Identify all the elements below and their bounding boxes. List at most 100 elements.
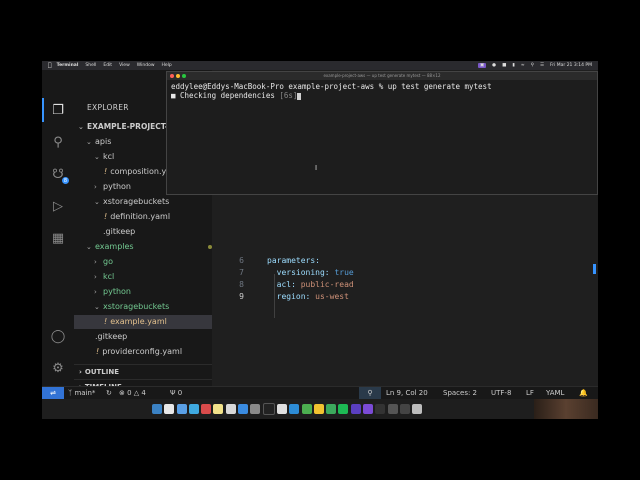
app-store-icon[interactable] (238, 404, 249, 414)
zoom-icon-statusbar[interactable]: ⚲ (359, 387, 381, 399)
settings-gear-icon[interactable]: ⚙ (50, 360, 66, 376)
status-text: Checking dependencies (180, 91, 275, 100)
slack-icon[interactable] (350, 404, 361, 414)
tree-file-providerconfig[interactable]: ! providerconfig.yaml (74, 345, 234, 359)
menubar-status-area: ▣ ● ■ ▮ ≈ ⚲ ☰ Fri Mar 21 3:14 PM (472, 63, 598, 68)
tree-folder-xstoragebuckets-examples[interactable]: ⌄ xstoragebuckets (74, 300, 232, 314)
calendar-icon[interactable] (201, 404, 212, 414)
messages-icon[interactable] (188, 404, 199, 414)
line-number: 8 (239, 280, 244, 289)
account-icon[interactable]: ◯ (50, 328, 66, 344)
tree-label: definition.yaml (110, 212, 171, 221)
problems-indicator[interactable]: ⊗ 0 △ 4 (119, 387, 146, 399)
line-number-current: 9 (239, 292, 244, 301)
terminal-status-line: ■ Checking dependencies [6s] (171, 91, 302, 100)
cursor-position[interactable]: Ln 9, Col 20 (386, 387, 428, 399)
wifi-icon[interactable]: ≈ (521, 63, 525, 68)
menubar-extra-icon[interactable]: ● (492, 63, 496, 68)
reminders-icon[interactable] (225, 404, 236, 414)
launchpad-icon[interactable] (164, 404, 175, 414)
terminal-titlebar[interactable]: example-project-aws — up test generate m… (167, 72, 597, 80)
system-settings-icon[interactable] (250, 404, 261, 414)
tree-folder-examples[interactable]: ⌄ examples (74, 240, 224, 254)
source-control-badge: 8 (62, 177, 69, 184)
line-number: 6 (239, 256, 244, 265)
files-icon[interactable]: ❐ (50, 102, 66, 118)
app-icon-purple[interactable] (363, 404, 374, 414)
notion-icon[interactable] (276, 404, 287, 414)
ports-indicator[interactable]: Ψ 0 (170, 387, 182, 399)
spotify-icon[interactable] (338, 404, 349, 414)
yaml-file-icon: ! (104, 317, 108, 326)
remote-indicator-icon[interactable]: ⇌ (42, 387, 64, 399)
control-center-icon[interactable]: ☰ (540, 63, 544, 68)
sync-icon[interactable]: ↻ (106, 387, 112, 399)
app-icon-green[interactable] (326, 404, 337, 414)
code-line-7[interactable]: versioning: true (267, 268, 354, 277)
screenshot-app-icon[interactable] (399, 404, 410, 414)
broadcast-icon: Ψ (170, 389, 178, 397)
menubar-extra-icon-2[interactable]: ■ (502, 63, 506, 68)
yaml-file-icon: ! (96, 347, 100, 356)
tree-folder-xstoragebuckets[interactable]: ⌄ xstoragebuckets (74, 195, 232, 209)
tree-label: go (103, 257, 113, 266)
tree-folder-go[interactable]: › go (74, 255, 232, 269)
ibeam-cursor-icon: I (315, 164, 318, 172)
tree-file-gitkeep-root[interactable]: .gitkeep (74, 330, 233, 344)
menu-window[interactable]: Window (137, 63, 155, 68)
encoding[interactable]: UTF-8 (491, 387, 511, 399)
status-bar: ⇌ ᛉ main* ↻ ⊗ 0 △ 4 Ψ 0 ⚲ Ln 9, Col 20 S… (42, 386, 598, 399)
menu-edit[interactable]: Edit (103, 63, 112, 68)
code-value: public-read (300, 280, 354, 289)
indent-guide (274, 274, 275, 318)
code-key: acl: (267, 280, 301, 289)
outline-label: OUTLINE (84, 368, 120, 376)
webcam-overlay (534, 399, 598, 419)
menu-view[interactable]: View (119, 63, 130, 68)
menu-app-terminal[interactable]: Terminal (57, 63, 79, 68)
code-line-9[interactable]: region: us-west (267, 292, 349, 301)
search-icon[interactable]: ⚲ (50, 134, 66, 150)
tree-label: xstoragebuckets (103, 197, 170, 206)
terminal-window[interactable]: example-project-aws — up test generate m… (166, 71, 598, 195)
chevron-down-icon: ⌄ (78, 123, 84, 131)
dock (152, 400, 492, 418)
error-icon: ⊗ (119, 389, 128, 397)
source-control-icon[interactable]: ☋ 8 (50, 166, 69, 184)
chevron-right-icon: › (94, 183, 97, 191)
terminal-title: example-project-aws — up test generate m… (323, 73, 441, 78)
finder-icon[interactable] (152, 404, 162, 414)
menubar-clock[interactable]: Fri Mar 21 3:14 PM (550, 63, 592, 68)
trash-icon[interactable] (412, 404, 423, 414)
eol[interactable]: LF (526, 387, 534, 399)
app-icon-gray[interactable] (387, 404, 398, 414)
battery-icon[interactable]: ▮ (512, 63, 514, 68)
vscode-icon[interactable] (289, 404, 300, 414)
terminal-app-icon[interactable] (262, 403, 275, 415)
tree-folder-python-examples[interactable]: › python (74, 285, 232, 299)
app-icon-dark[interactable] (375, 404, 386, 414)
app-icon-yellow[interactable] (313, 404, 324, 414)
scrollbar-marker[interactable] (593, 264, 596, 274)
chrome-icon[interactable] (301, 404, 312, 414)
branch-indicator[interactable]: ᛉ main* (68, 387, 95, 399)
tree-label: .gitkeep (103, 227, 136, 236)
code-line-8[interactable]: acl: public-read (267, 280, 354, 289)
safari-icon[interactable] (176, 404, 187, 414)
screen-record-icon[interactable]: ▣ (477, 63, 487, 68)
menu-help[interactable]: Help (162, 63, 172, 68)
tree-folder-kcl-examples[interactable]: › kcl (74, 270, 232, 284)
section-outline[interactable]: › OUTLINE (74, 364, 212, 379)
notes-icon[interactable] (213, 404, 224, 414)
notifications-bell-icon[interactable]: 🔔 (579, 387, 588, 399)
indentation[interactable]: Spaces: 2 (443, 387, 477, 399)
apple-icon[interactable]:  (48, 62, 52, 69)
run-debug-icon[interactable]: ▷ (50, 198, 66, 214)
extensions-icon[interactable]: ▦ (50, 230, 66, 246)
menu-shell[interactable]: Shell (85, 63, 96, 68)
yaml-file-icon: ! (104, 212, 108, 221)
code-line-6[interactable]: parameters: (267, 256, 320, 265)
language-mode[interactable]: YAML (546, 387, 564, 399)
branch-name: main* (74, 389, 96, 397)
spotlight-icon[interactable]: ⚲ (531, 63, 534, 68)
